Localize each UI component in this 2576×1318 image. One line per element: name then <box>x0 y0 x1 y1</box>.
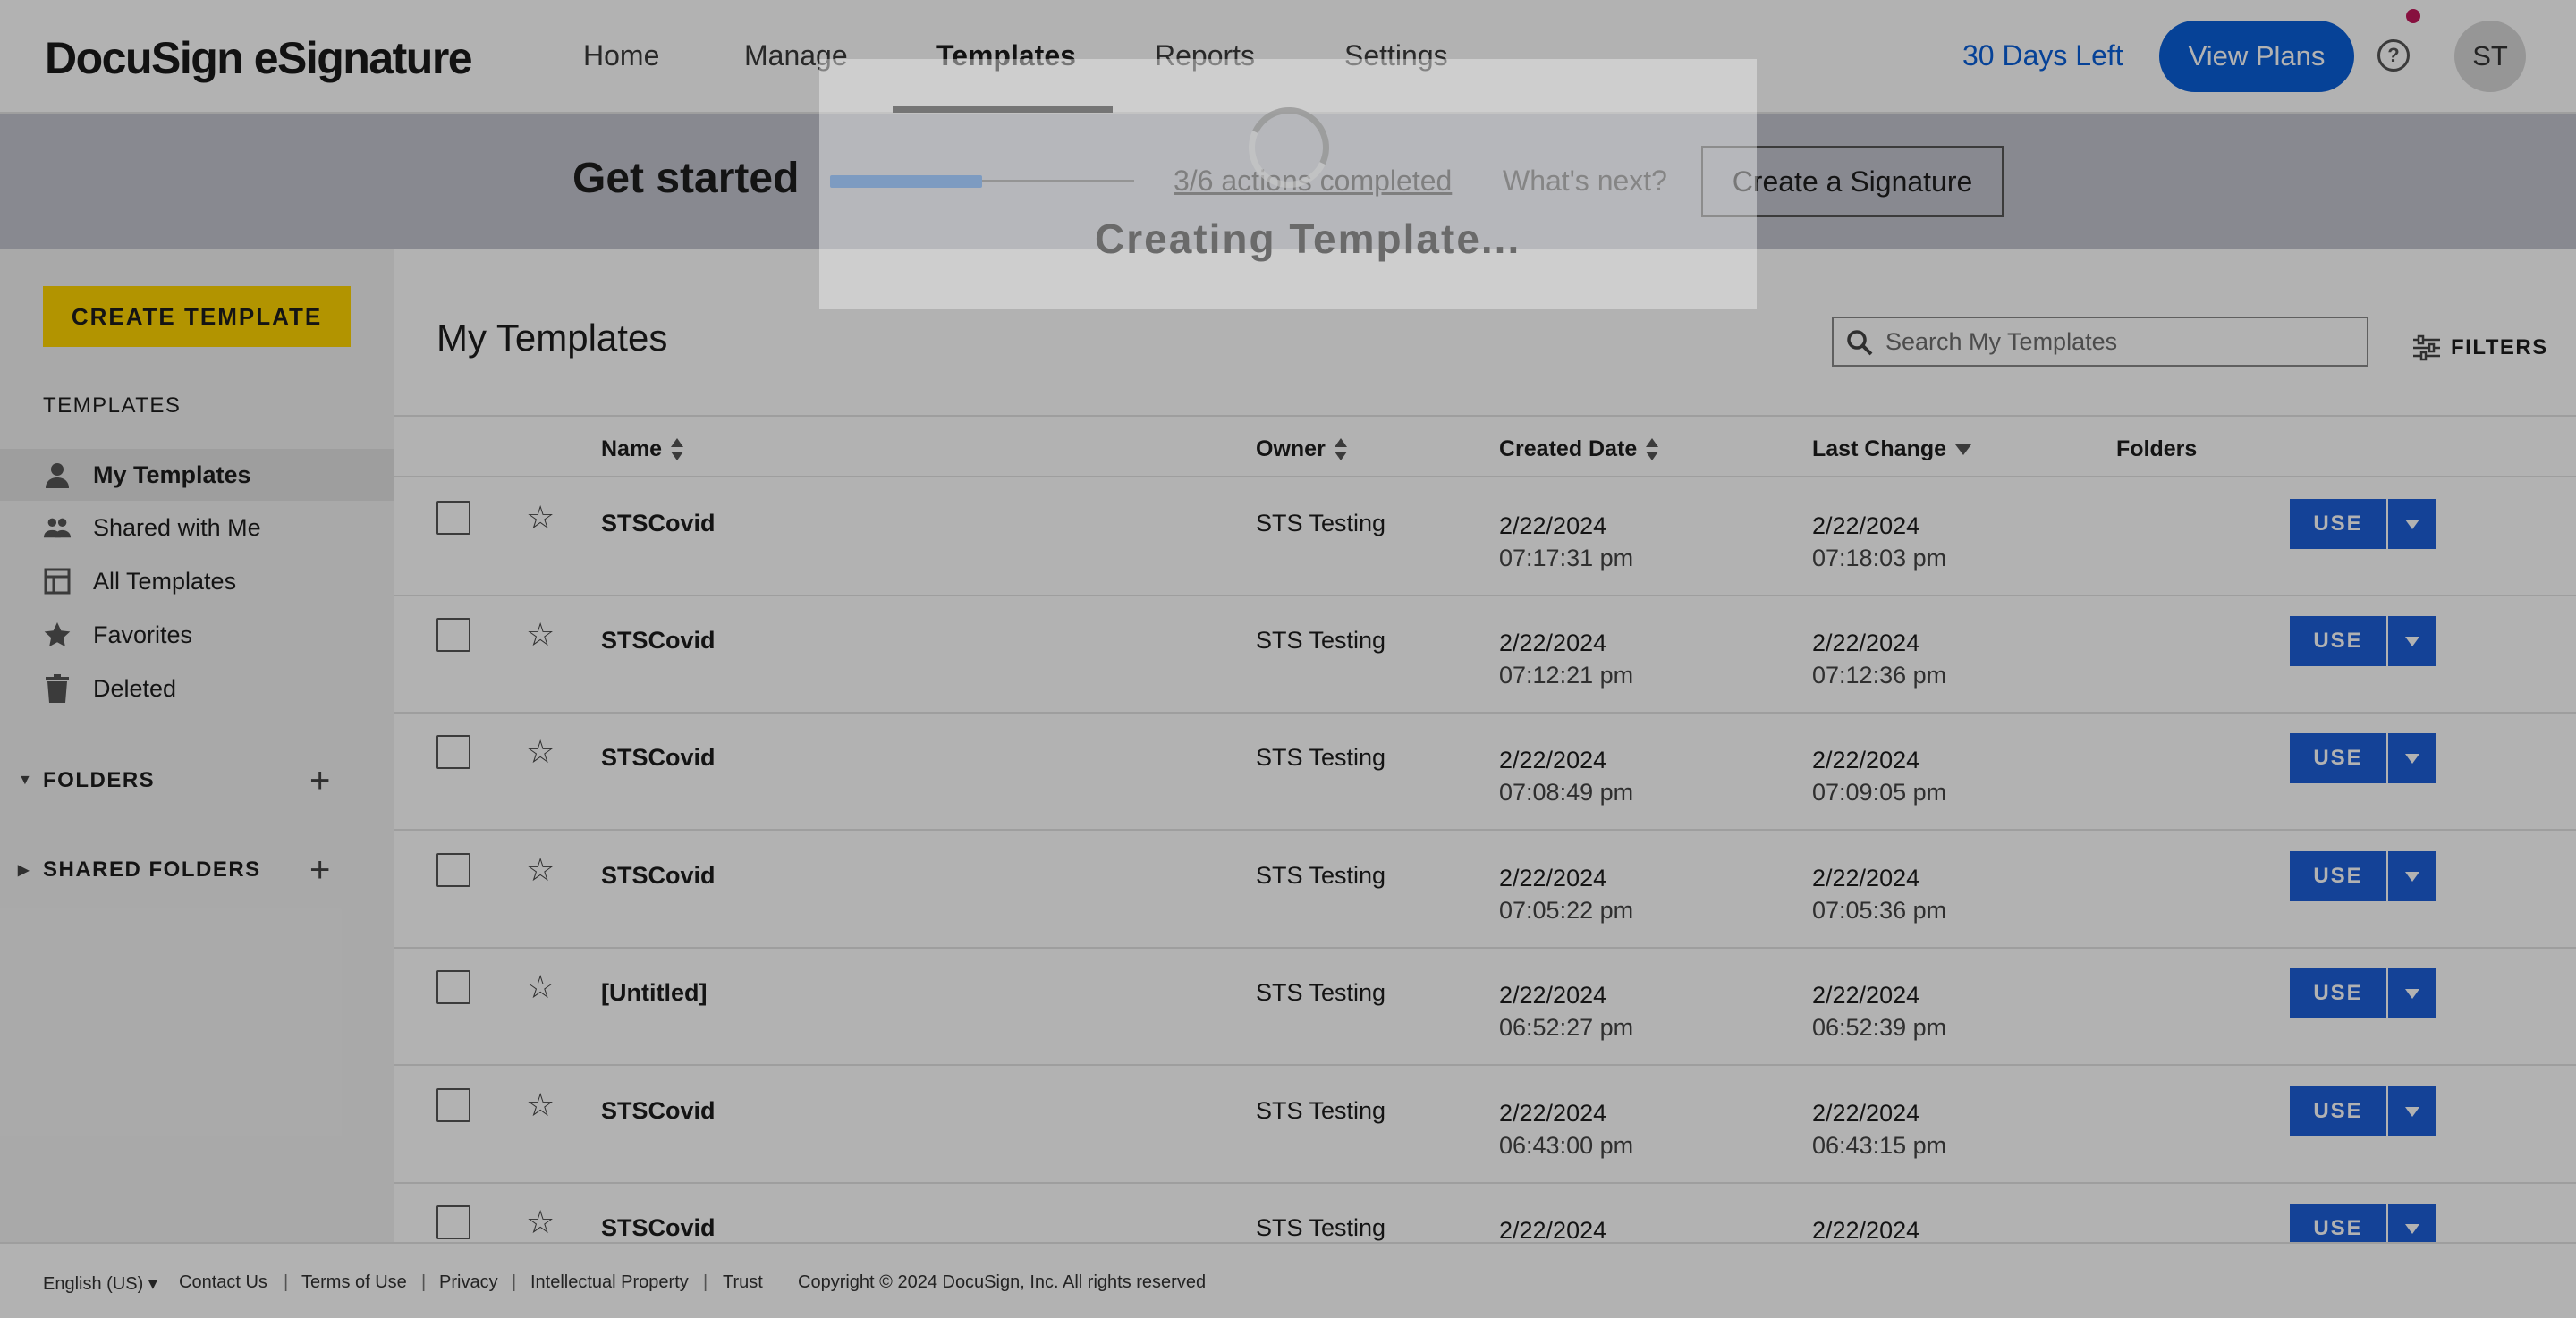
loading-message: Creating Template... <box>1095 215 1521 262</box>
